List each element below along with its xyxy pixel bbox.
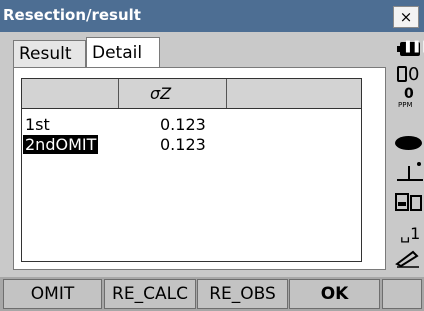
prism-icon xyxy=(397,66,407,82)
row-1-value: 0.123 xyxy=(160,115,206,134)
space-icon: ␣1 xyxy=(400,224,421,243)
omit-button[interactable]: OMIT xyxy=(3,279,102,309)
tab-result[interactable]: Result xyxy=(13,40,86,67)
table-header xyxy=(21,78,362,109)
ppm-label: PPM xyxy=(398,101,413,109)
tab-detail[interactable]: Detail xyxy=(86,37,160,68)
ok-button[interactable]: OK xyxy=(289,279,380,309)
drive-icon xyxy=(395,193,422,211)
re-calc-button[interactable]: RE_CALC xyxy=(104,279,196,309)
row-1-label[interactable]: 1st xyxy=(25,115,50,134)
title-bar: Resection/result × xyxy=(0,0,424,32)
input-mode-icon xyxy=(395,250,419,268)
prism-constant-value: 0 xyxy=(408,64,420,85)
re-obs-button[interactable]: RE_OBS xyxy=(197,279,288,309)
ppm-value: 0 xyxy=(404,86,414,102)
battery-bars-icon: ▐▐▐ xyxy=(402,42,424,53)
header-sigma-z: σZ xyxy=(150,84,172,103)
window-title: Resection/result xyxy=(3,6,141,24)
laser-icon xyxy=(395,136,422,150)
row-2-label-selected[interactable]: 2ndOMIT xyxy=(23,135,99,154)
header-cell-spacer xyxy=(119,79,227,108)
tilt-icon xyxy=(397,162,423,181)
row-2-value: 0.123 xyxy=(160,135,206,154)
empty-softkey[interactable] xyxy=(382,279,422,309)
close-button[interactable]: × xyxy=(393,6,419,28)
header-cell-name xyxy=(22,79,119,108)
space-value: 1 xyxy=(410,224,421,243)
